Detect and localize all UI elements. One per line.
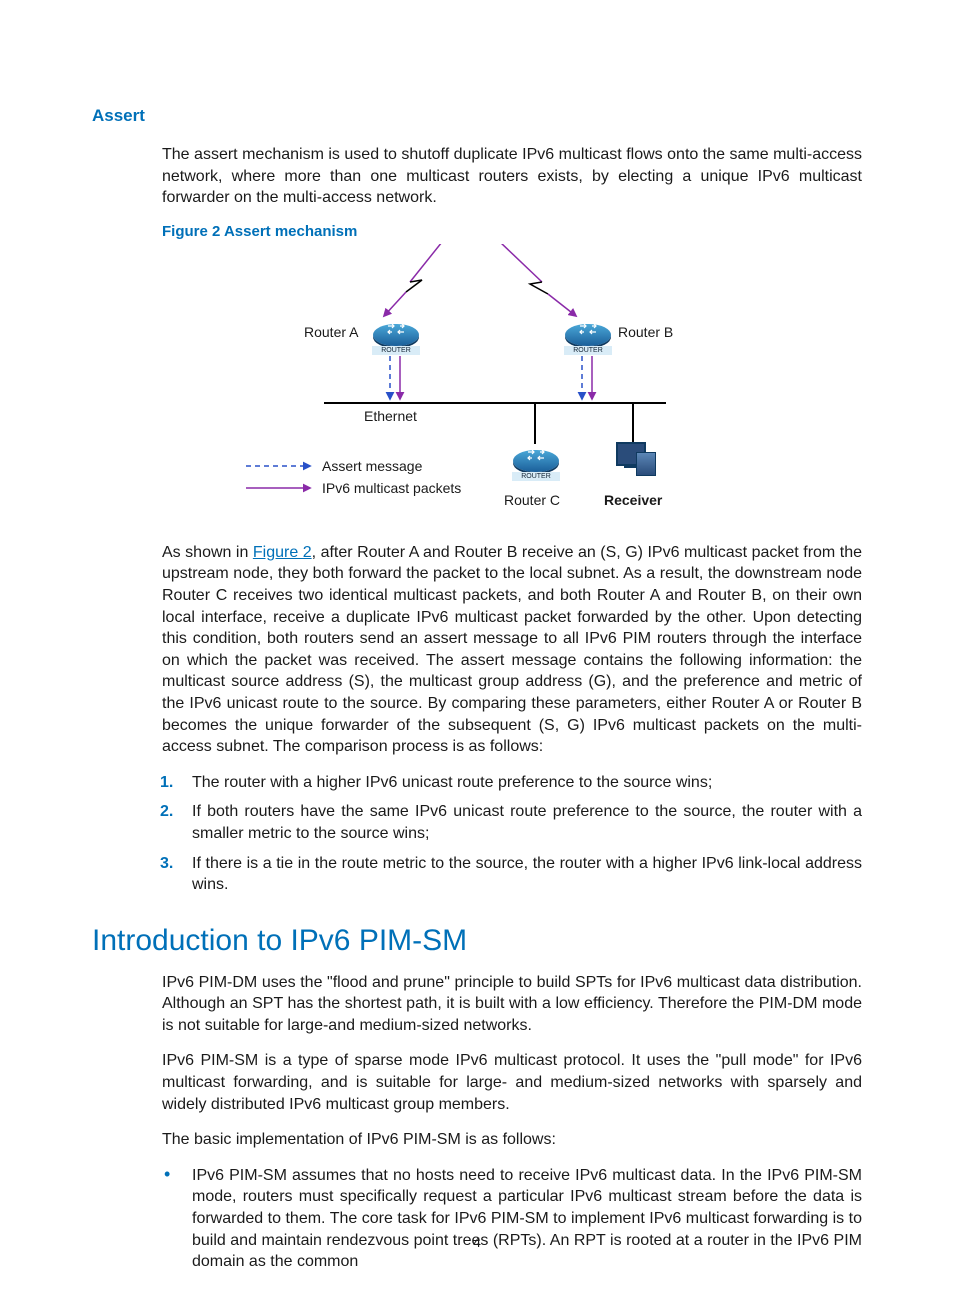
- paragraph-pimsm-2: IPv6 PIM-SM is a type of sparse mode IPv…: [92, 1050, 862, 1115]
- figure-diagram-container: ROUTER Router A ROUTER Router B Ethernet…: [92, 244, 862, 524]
- router-icon: ROUTER: [564, 318, 612, 354]
- paragraph-pimsm-3: The basic implementation of IPv6 PIM-SM …: [92, 1129, 862, 1151]
- ethernet-bus-icon: [324, 402, 666, 404]
- text-post-figref: , after Router A and Router B receive an…: [162, 544, 862, 755]
- link-line: [632, 402, 634, 444]
- diagram-assert: ROUTER Router A ROUTER Router B Ethernet…: [232, 244, 792, 524]
- heading-pim-sm: Introduction to IPv6 PIM-SM: [92, 924, 862, 958]
- heading-assert: Assert: [92, 106, 862, 126]
- legend-multicast-label: IPv6 multicast packets: [322, 480, 461, 496]
- router-icon: ROUTER: [372, 318, 420, 354]
- figure-2-link[interactable]: Figure 2: [253, 544, 312, 561]
- link-line: [534, 402, 536, 444]
- list-item: IPv6 PIM-SM assumes that no hosts need t…: [192, 1165, 862, 1273]
- router-c-label: Router C: [504, 492, 560, 508]
- text-pre-figref: As shown in: [162, 544, 253, 561]
- figure-caption: Figure 2 Assert mechanism: [92, 223, 862, 240]
- list-item: If both routers have the same IPv6 unica…: [192, 801, 862, 844]
- list-item: If there is a tie in the route metric to…: [192, 853, 862, 896]
- paragraph-assert-intro: The assert mechanism is used to shutoff …: [92, 144, 862, 209]
- legend-assert-label: Assert message: [322, 458, 422, 474]
- router-a-label: Router A: [304, 324, 358, 340]
- page-number: 4: [0, 1234, 954, 1250]
- router-b-label: Router B: [618, 324, 673, 340]
- list-item: The router with a higher IPv6 unicast ro…: [192, 772, 862, 794]
- paragraph-pimsm-1: IPv6 PIM-DM uses the "flood and prune" p…: [92, 972, 862, 1037]
- computer-icon: [610, 442, 656, 486]
- comparison-process-list: The router with a higher IPv6 unicast ro…: [92, 772, 862, 896]
- paragraph-after-figure: As shown in Figure 2, after Router A and…: [92, 542, 862, 758]
- router-icon: ROUTER: [512, 444, 560, 480]
- ethernet-label: Ethernet: [364, 408, 417, 424]
- multicast-arrows-icon: [232, 244, 792, 524]
- pimsm-bullet-list: IPv6 PIM-SM assumes that no hosts need t…: [92, 1165, 862, 1273]
- receiver-label: Receiver: [604, 492, 662, 508]
